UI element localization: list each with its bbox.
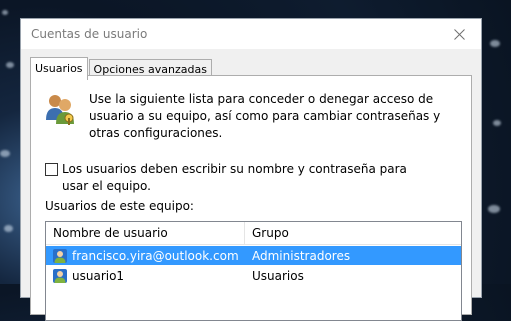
user-account-icon [53,268,67,283]
window-title: Cuentas de usuario [31,27,148,41]
table-row[interactable]: usuario1 Usuarios [46,266,461,285]
close-icon [453,28,465,40]
column-header-group[interactable]: Grupo [245,222,461,244]
panel-description: Use la siguiente lista para conceder o d… [89,92,441,140]
users-section-label: Usuarios de este equipo: [45,199,194,213]
table-row[interactable]: francisco.yira@outlook.com Administrador… [46,246,461,265]
user-name: francisco.yira@outlook.com [72,248,239,263]
user-group: Usuarios [252,268,304,283]
require-login-checkbox[interactable] [45,163,58,176]
user-account-icon [53,248,67,263]
users-tab-panel: Use la siguiente lista para conceder o d… [30,75,472,321]
close-button[interactable] [447,22,471,46]
user-name: usuario1 [72,268,125,283]
user-group: Administradores [252,248,351,263]
user-accounts-window: Cuentas de usuario Usuarios Opciones ava… [20,18,482,321]
user-list[interactable]: Nombre de usuario Grupo francisco.yira@o… [45,221,462,321]
require-login-label: Los usuarios deben escribir su nombre y … [62,162,407,193]
require-login-option[interactable]: Los usuarios deben escribir su nombre y … [45,161,422,195]
tab-users[interactable]: Usuarios [30,57,88,80]
column-header-username[interactable]: Nombre de usuario [46,222,245,244]
list-header: Nombre de usuario Grupo [46,222,461,245]
title-bar: Cuentas de usuario [21,19,481,49]
users-icon [46,95,74,125]
